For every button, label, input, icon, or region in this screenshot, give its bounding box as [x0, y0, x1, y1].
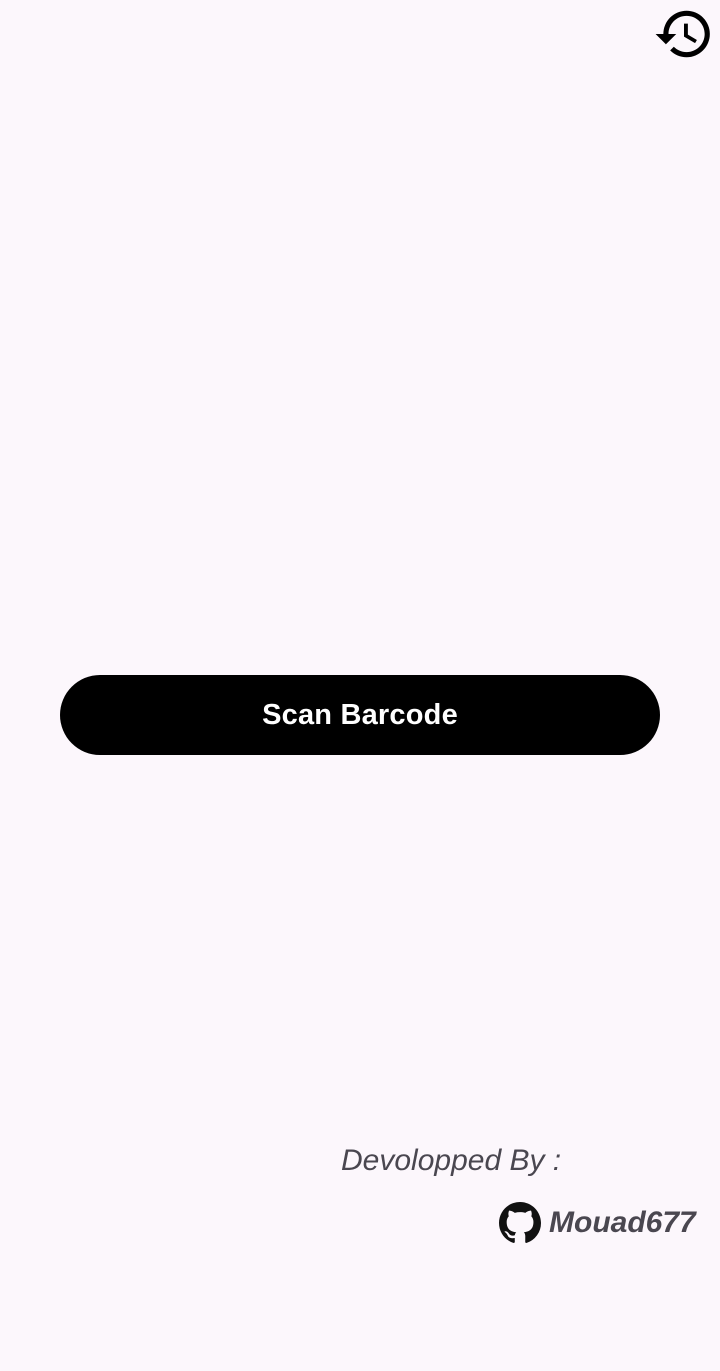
github-icon [499, 1202, 541, 1243]
author-github-link[interactable]: Mouad677 [499, 1200, 696, 1246]
history-button[interactable] [652, 4, 716, 64]
credit-label: Devolopped By : [341, 1144, 562, 1177]
author-name: Mouad677 [549, 1206, 696, 1239]
scan-barcode-button[interactable]: Scan Barcode [60, 675, 660, 755]
history-icon [655, 10, 710, 58]
